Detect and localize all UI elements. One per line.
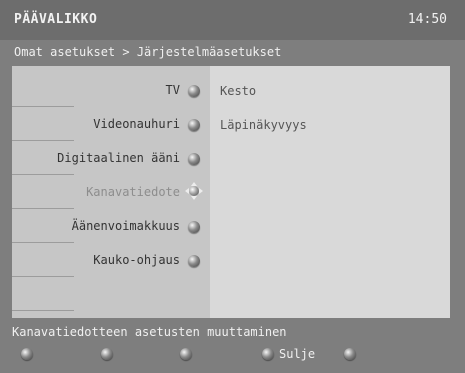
menu-item-aanenvoimakkuus[interactable]: Äänenvoimakkuus [12,209,210,243]
clock: 14:50 [407,12,447,27]
knob-icon [188,153,200,165]
knob-icon [188,85,200,97]
button-knob-icon [180,348,192,360]
menu-item-kauko-ohjaus[interactable]: Kauko-ohjaus [12,243,210,277]
option-kesto[interactable]: Kesto [220,84,256,98]
menu-title: PÄÄVALIKKO [14,12,98,27]
breadcrumb: Omat asetukset > Järjestelmäasetukset [14,45,282,59]
arrow-down-icon [191,196,197,200]
knob-icon [188,255,200,267]
menu-item-kanavatiedote[interactable]: Kanavatiedote [12,175,210,209]
options-panel [210,66,450,318]
navigation-cursor-icon [185,182,203,200]
menu-item-label: Videonauhuri [93,117,180,131]
button-knob-icon [262,348,274,360]
menu-item-label: Äänenvoimakkuus [71,219,180,233]
button-knob-icon [21,348,33,360]
help-text: Kanavatiedotteen asetusten muuttaminen [12,325,287,339]
knob-icon [188,119,200,131]
menu-item-label: Kanavatiedote [86,185,180,199]
row-divider [12,310,74,311]
tv-menu-screen: PÄÄVALIKKO 14:50 Omat asetukset > Järjes… [0,0,465,373]
menu-item-tv[interactable]: TV [12,73,210,107]
knob-icon [189,186,199,196]
menu-item-videonauhuri[interactable]: Videonauhuri [12,107,210,141]
menu-item-label: TV [165,83,180,97]
button-knob-icon [344,348,356,360]
menu-item-label: Digitaalinen ääni [57,151,180,165]
menu-item-label: Kauko-ohjaus [93,253,180,267]
option-lapinakyvyys[interactable]: Läpinäkyvyys [220,118,307,132]
close-button-label: Sulje [279,347,316,361]
arrow-right-icon [199,188,203,194]
knob-icon [188,221,200,233]
button-knob-icon [101,348,113,360]
menu-empty-row [12,277,210,311]
menu-item-digitaalinen-aani[interactable]: Digitaalinen ääni [12,141,210,175]
header-bar: PÄÄVALIKKO 14:50 [0,0,465,40]
